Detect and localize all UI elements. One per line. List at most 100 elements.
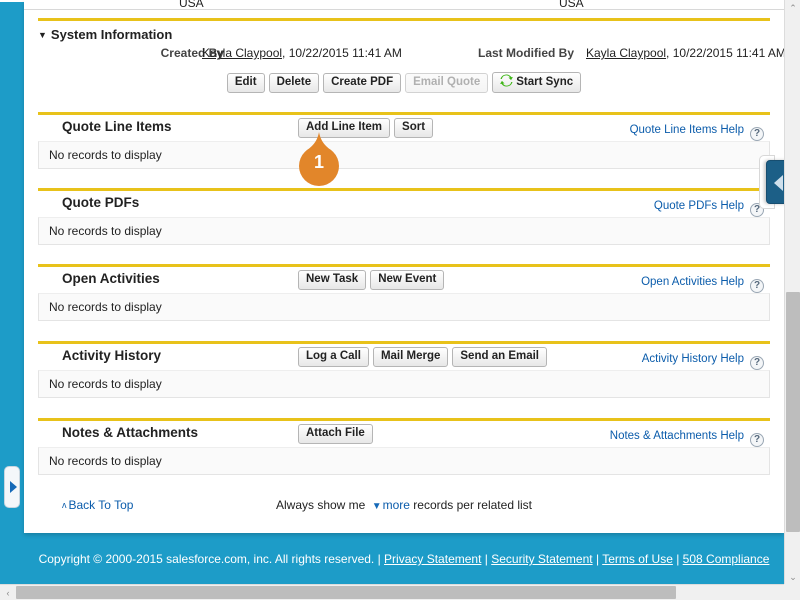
horizontal-scrollbar[interactable]: ‹ › [0, 584, 800, 600]
caret-down-icon[interactable]: ▼ [372, 501, 382, 512]
marker-number: 1 [313, 152, 324, 172]
related-list-help: Quote PDFs Help? [654, 197, 764, 217]
related-list-body: No records to display [38, 447, 770, 475]
related-list-body: No records to display [38, 141, 770, 169]
record-footer-row: ʌ Back To Top Always show me ▼more record… [24, 492, 784, 524]
related-list-activity-history: Activity History Log a Call Mail Merge Sen… [24, 341, 784, 398]
vertical-scrollbar[interactable]: ⌃ ⌄ [784, 0, 800, 585]
copyright-footer: Copyright © 2000-2015 salesforce.com, in… [24, 543, 784, 577]
security-statement-link[interactable]: Security Statement [491, 552, 592, 566]
show-more-suffix: records per related list [409, 498, 532, 512]
step-marker-1: 1 [297, 132, 341, 188]
start-sync-label: Start Sync [516, 76, 574, 88]
collapse-caret-icon[interactable]: ▼ [38, 30, 47, 40]
quote-line-items-help-link[interactable]: Quote Line Items Help [630, 124, 744, 136]
quote-pdfs-help-link[interactable]: Quote PDFs Help [654, 200, 744, 212]
show-more-link[interactable]: more [383, 498, 410, 512]
attach-file-button[interactable]: Attach File [298, 424, 373, 444]
related-list-notes-attachments: Notes & Attachments Attach File Notes & … [24, 418, 784, 475]
notes-attachments-help-link[interactable]: Notes & Attachments Help [610, 430, 744, 442]
log-a-call-button[interactable]: Log a Call [298, 347, 369, 367]
system-information-section: ▼ System Information Created By Kayla Cla… [24, 18, 786, 98]
related-list-actions: New Task New Event [296, 270, 446, 290]
last-modified-by-timestamp: , 10/22/2015 11:41 AM [666, 46, 786, 60]
left-sidebar-expand-tab[interactable] [4, 466, 20, 508]
help-question-icon[interactable]: ? [750, 356, 764, 370]
record-detail-card: USA USA ▼ System Information Created By K… [24, 0, 786, 533]
empty-state-text: No records to display [49, 377, 162, 391]
related-list-body: No records to display [38, 370, 770, 398]
related-list-help: Notes & Attachments Help? [610, 427, 764, 447]
email-quote-button: Email Quote [405, 72, 489, 93]
related-list-title: Quote PDFs [62, 195, 140, 210]
related-list-quote-line-items: Quote Line Items Add Line Item Sort Quote… [24, 112, 784, 169]
related-list-title: Activity History [62, 348, 162, 363]
related-list-title: Quote Line Items [62, 119, 172, 134]
related-list-body: No records to display [38, 293, 770, 321]
related-list-actions: Attach File [296, 424, 375, 444]
terms-of-use-link[interactable]: Terms of Use [602, 552, 673, 566]
related-list-quote-pdfs: Quote PDFs Quote PDFs Help? No records t… [24, 188, 784, 245]
related-list-header: Open Activities New Task New Event Open A… [24, 267, 784, 293]
related-list-header: Activity History Log a Call Mail Merge Sen… [24, 344, 784, 370]
chevron-left-icon [774, 175, 783, 191]
delete-button[interactable]: Delete [268, 72, 320, 93]
row-divider [24, 9, 784, 10]
section-title-text: System Information [50, 27, 173, 42]
related-list-actions: Log a Call Mail Merge Send an Email [296, 347, 549, 367]
records-per-list-setting: Always show me ▼more records per related… [24, 498, 784, 512]
show-more-prefix: Always show me [275, 498, 369, 512]
record-action-buttons: Edit Delete Create PDF Email Quote Start Sy… [24, 66, 784, 98]
related-list-header: Quote PDFs Quote PDFs Help? [24, 191, 784, 217]
sep-1: | [481, 552, 492, 566]
privacy-statement-link[interactable]: Privacy Statement [384, 552, 481, 566]
scroll-up-arrow[interactable]: ⌃ [785, 0, 800, 16]
system-information-header[interactable]: ▼ System Information [24, 21, 784, 46]
last-modified-by-value: Kayla Claypool, 10/22/2015 11:41 AM [586, 46, 786, 60]
empty-state-text: No records to display [49, 454, 162, 468]
scroll-left-arrow[interactable]: ‹ [0, 585, 16, 600]
related-list-body: No records to display [38, 217, 770, 245]
related-list-header: Quote Line Items Add Line Item Sort Quote… [24, 115, 784, 141]
mail-merge-button[interactable]: Mail Merge [372, 347, 449, 367]
vertical-scroll-thumb[interactable] [786, 292, 800, 532]
empty-state-text: No records to display [49, 148, 162, 162]
last-modified-by-label: Last Modified By [477, 46, 574, 60]
related-list-help: Activity History Help? [642, 350, 764, 370]
horizontal-scroll-thumb[interactable] [16, 586, 676, 599]
scrollbar-corner [784, 584, 800, 600]
chevron-right-icon [10, 481, 17, 493]
help-question-icon[interactable]: ? [750, 127, 764, 141]
scroll-down-arrow[interactable]: ⌄ [785, 569, 800, 585]
browser-viewport: USA USA ▼ System Information Created By K… [0, 0, 800, 600]
related-list-open-activities: Open Activities New Task New Event Open A… [24, 264, 784, 321]
send-an-email-button[interactable]: Send an Email [452, 347, 547, 367]
copyright-text: Copyright © 2000-2015 salesforce.com, in… [38, 552, 385, 566]
help-question-icon[interactable]: ? [750, 433, 764, 447]
partial-address-row: USA USA [24, 0, 784, 14]
open-activities-help-link[interactable]: Open Activities Help [641, 276, 744, 288]
empty-state-text: No records to display [49, 224, 162, 238]
508-compliance-link[interactable]: 508 Compliance [683, 552, 770, 566]
sep-3: | [672, 552, 683, 566]
start-sync-button[interactable]: Start Sync [492, 72, 582, 93]
created-by-value: Kayla Claypool, 10/22/2015 11:41 AM [202, 46, 402, 60]
related-list-help: Open Activities Help? [641, 273, 764, 293]
activity-history-help-link[interactable]: Activity History Help [642, 353, 744, 365]
related-list-title: Open Activities [62, 271, 160, 286]
help-question-icon[interactable]: ? [750, 279, 764, 293]
create-pdf-button[interactable]: Create PDF [323, 72, 402, 93]
related-list-header: Notes & Attachments Attach File Notes & … [24, 421, 784, 447]
new-task-button[interactable]: New Task [298, 270, 367, 290]
audit-fields-row: Created By Kayla Claypool, 10/22/2015 11… [24, 46, 786, 66]
created-by-timestamp: , 10/22/2015 11:41 AM [282, 46, 402, 60]
sync-arrows-icon [500, 74, 514, 87]
sep-2: | [592, 552, 603, 566]
new-event-button[interactable]: New Event [370, 270, 445, 290]
empty-state-text: No records to display [49, 300, 162, 314]
last-modified-by-user-link[interactable]: Kayla Claypool [586, 46, 666, 60]
created-by-user-link[interactable]: Kayla Claypool [202, 46, 282, 60]
related-list-title: Notes & Attachments [62, 425, 199, 440]
sort-button[interactable]: Sort [394, 118, 434, 138]
edit-button[interactable]: Edit [226, 72, 265, 93]
